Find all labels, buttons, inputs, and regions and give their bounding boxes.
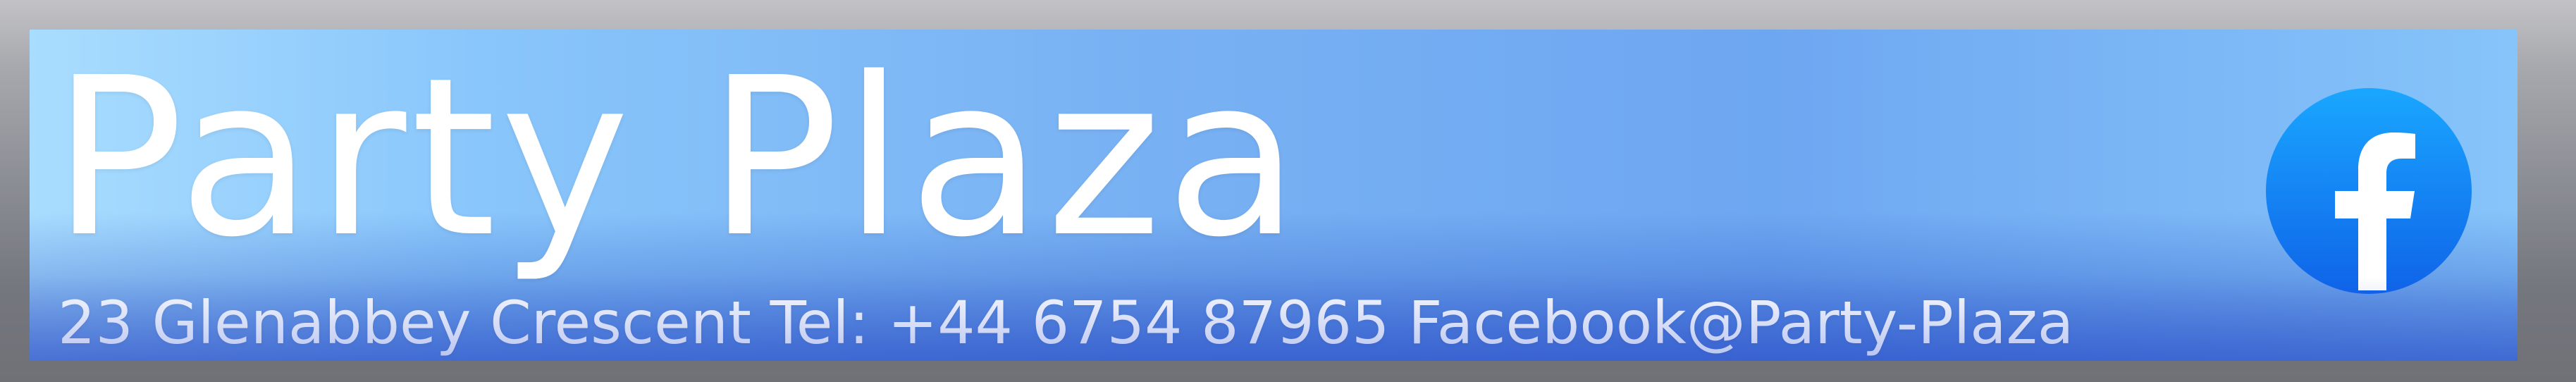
facebook-handle-link[interactable]: Facebook@Party-Plaza (1408, 288, 2073, 357)
phone-number[interactable]: +44 6754 87965 (888, 288, 1390, 357)
page-title: Party Plaza (52, 31, 1304, 285)
contact-line: 23 Glenabbey Crescent Tel: +44 6754 8796… (58, 293, 2073, 352)
header-banner: Party Plaza 23 Glenabbey Crescent Tel: +… (30, 30, 2518, 361)
street-address: 23 Glenabbey Crescent (58, 288, 751, 357)
facebook-icon[interactable] (2262, 85, 2475, 297)
phone-label: Tel: (770, 288, 870, 357)
